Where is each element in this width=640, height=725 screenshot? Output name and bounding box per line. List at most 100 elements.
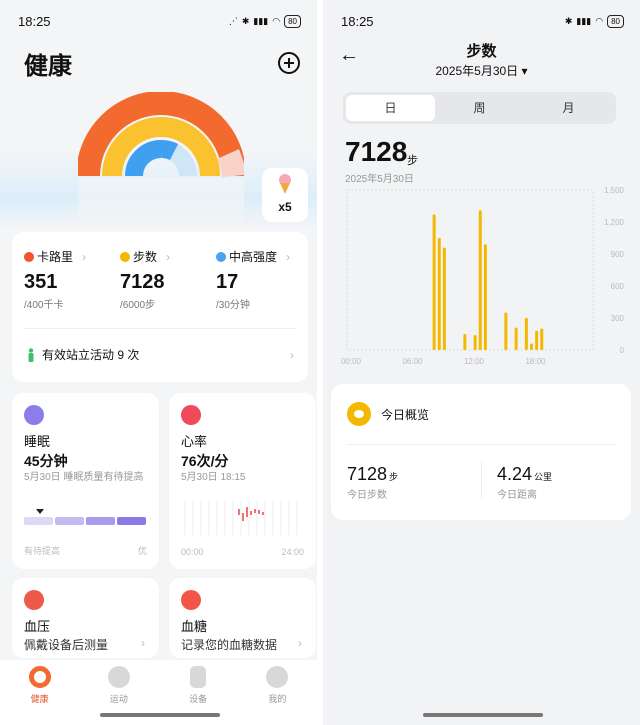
page-title: 健康 [24, 53, 72, 80]
y-tick-label: 900 [611, 250, 625, 259]
step-bar [535, 330, 539, 350]
stat-intensity[interactable]: 中高强度 › 17 /30分钟 [216, 248, 306, 311]
step-bar [437, 238, 441, 350]
flame-icon [24, 251, 34, 262]
sleep-quality-bar [24, 517, 146, 525]
activity-rings[interactable] [78, 92, 244, 222]
step-bar [432, 214, 436, 350]
overview-title: 今日概览 [381, 408, 430, 422]
step-bar [483, 244, 487, 350]
home-indicator[interactable] [423, 713, 543, 717]
tab-device-label: 设备 [189, 694, 208, 704]
y-tick-label: 300 [611, 314, 625, 323]
running-icon [107, 666, 130, 688]
steps-bar-chart[interactable]: 0 300 600 900 1,200 1,500 00:00 06:00 12:00 18:00 [341, 182, 631, 372]
segment-month[interactable]: 月 [524, 95, 613, 121]
divider [24, 328, 296, 329]
y-tick-label: 1,500 [604, 186, 625, 195]
stat-calories-label: 卡路里 [37, 250, 74, 264]
divider [347, 444, 615, 445]
step-bar [530, 343, 533, 350]
shoe-icon [120, 251, 130, 262]
health-ring-icon [28, 666, 51, 688]
y-tick-label: 600 [611, 282, 625, 291]
x-tick-label: 12:00 [464, 357, 485, 366]
stat-intensity-value: 17 [216, 271, 239, 293]
chevron-right-icon: › [141, 636, 145, 650]
stat-calories-label-row: 卡路里 › [24, 248, 114, 265]
chevron-right-icon: › [290, 347, 294, 362]
step-bar [442, 247, 446, 350]
blood-glucose-subtitle: 记录您的血糖数据 [181, 638, 278, 652]
heart-axis-left: 00:00 [181, 547, 204, 557]
stat-calories-goal: /400千卡 [24, 300, 64, 311]
wifi-icon: ◠ [272, 15, 281, 26]
vertical-divider [481, 462, 482, 498]
step-bar [540, 328, 544, 350]
blood-glucose-card[interactable]: 血糖 记录您的血糖数据 › [169, 578, 316, 658]
stat-steps-label: 步数 [133, 250, 158, 264]
today-steps-value: 7128 [347, 464, 388, 484]
network-speed: ⋰ [228, 15, 238, 26]
reward-badge[interactable]: x5 [262, 168, 308, 222]
date-selector[interactable]: 2025年5月30日 ▾ [323, 62, 640, 79]
step-bar [504, 312, 508, 350]
blood-glucose-title: 血糖 [181, 619, 208, 634]
status-bar: 18:25 ⋰ ✱ ▮▮▮ ◠ 80 [0, 0, 317, 42]
bluetooth-icon: ✱ [564, 15, 573, 26]
blood-pressure-card[interactable]: 血压 佩戴设备后测量 › [12, 578, 159, 658]
sleep-card[interactable]: 睡眠 45分钟 5月30日 睡眠质量有待提高 有待提高 优 [12, 393, 159, 569]
heart-rate-sparkline [184, 501, 298, 535]
health-screen: 18:25 ⋰ ✱ ▮▮▮ ◠ 80 健康 x5 卡路里 › 351 /400千卡 [0, 0, 317, 725]
home-indicator[interactable] [100, 713, 220, 717]
heart-icon [181, 405, 201, 425]
heart-rate-title: 心率 [181, 434, 208, 449]
status-icons: ✱ ▮▮▮ ◠ 80 [564, 14, 624, 28]
sleep-quality-marker [36, 509, 44, 514]
stand-activity-row[interactable]: 有效站立活动 9 次 › [26, 346, 294, 363]
wifi-icon: ◠ [595, 15, 604, 26]
eye-icon [347, 402, 371, 426]
sleep-axis-right: 优 [137, 546, 147, 556]
segment-week[interactable]: 周 [435, 95, 524, 121]
stat-steps[interactable]: 步数 › 7128 /6000步 [120, 248, 210, 311]
signal-icon: ▮▮▮ [576, 15, 592, 26]
clock-icon [216, 251, 226, 262]
x-tick-label: 00:00 [341, 357, 362, 366]
sleep-value: 45分钟 [24, 453, 68, 469]
battery-icon: 80 [607, 14, 624, 28]
chevron-right-icon: › [286, 249, 291, 264]
x-tick-label: 06:00 [402, 357, 423, 366]
battery-icon: 80 [284, 14, 301, 28]
stat-intensity-label-row: 中高强度 › [216, 248, 306, 265]
add-button[interactable] [278, 52, 300, 74]
signal-icon: ▮▮▮ [253, 15, 269, 26]
today-distance-value-row: 4.24 公里 [497, 464, 552, 485]
segment-day[interactable]: 日 [346, 95, 435, 121]
step-bar [514, 327, 518, 350]
today-steps-unit: 步 [389, 472, 399, 482]
y-tick-label: 0 [620, 346, 625, 355]
heart-rate-card[interactable]: 心率 76次/分 5月30日 18:15 00:00 24:00 [169, 393, 316, 569]
tab-health-label: 健康 [30, 694, 49, 704]
watch-icon [190, 666, 207, 688]
tab-health[interactable]: 健康 [0, 660, 79, 725]
step-bar [473, 335, 477, 350]
tab-profile-label: 我的 [268, 694, 287, 704]
icecream-icon [279, 174, 291, 194]
reward-count: x5 [278, 200, 292, 214]
chevron-right-icon: › [166, 249, 171, 264]
chevron-right-icon: › [298, 636, 302, 650]
caret-down-icon: ▾ [521, 64, 528, 78]
stand-activity-text: 有效站立活动 9 次 [42, 348, 140, 362]
blood-drop-icon [24, 590, 44, 610]
step-bar [524, 318, 528, 350]
stat-steps-label-row: 步数 › [120, 248, 210, 265]
stat-calories[interactable]: 卡路里 › 351 /400千卡 [24, 248, 114, 311]
period-segmented-control: 日 周 月 [343, 92, 616, 124]
activity-summary-card[interactable]: 卡路里 › 351 /400千卡 步数 › 7128 /6000步 中高强度 › 17… [12, 232, 308, 382]
stat-steps-goal: /6000步 [120, 300, 156, 311]
heart-rate-subtitle: 5月30日 18:15 [181, 472, 246, 483]
tab-profile[interactable]: 我的 [238, 660, 317, 725]
stat-intensity-goal: /30分钟 [216, 300, 250, 311]
